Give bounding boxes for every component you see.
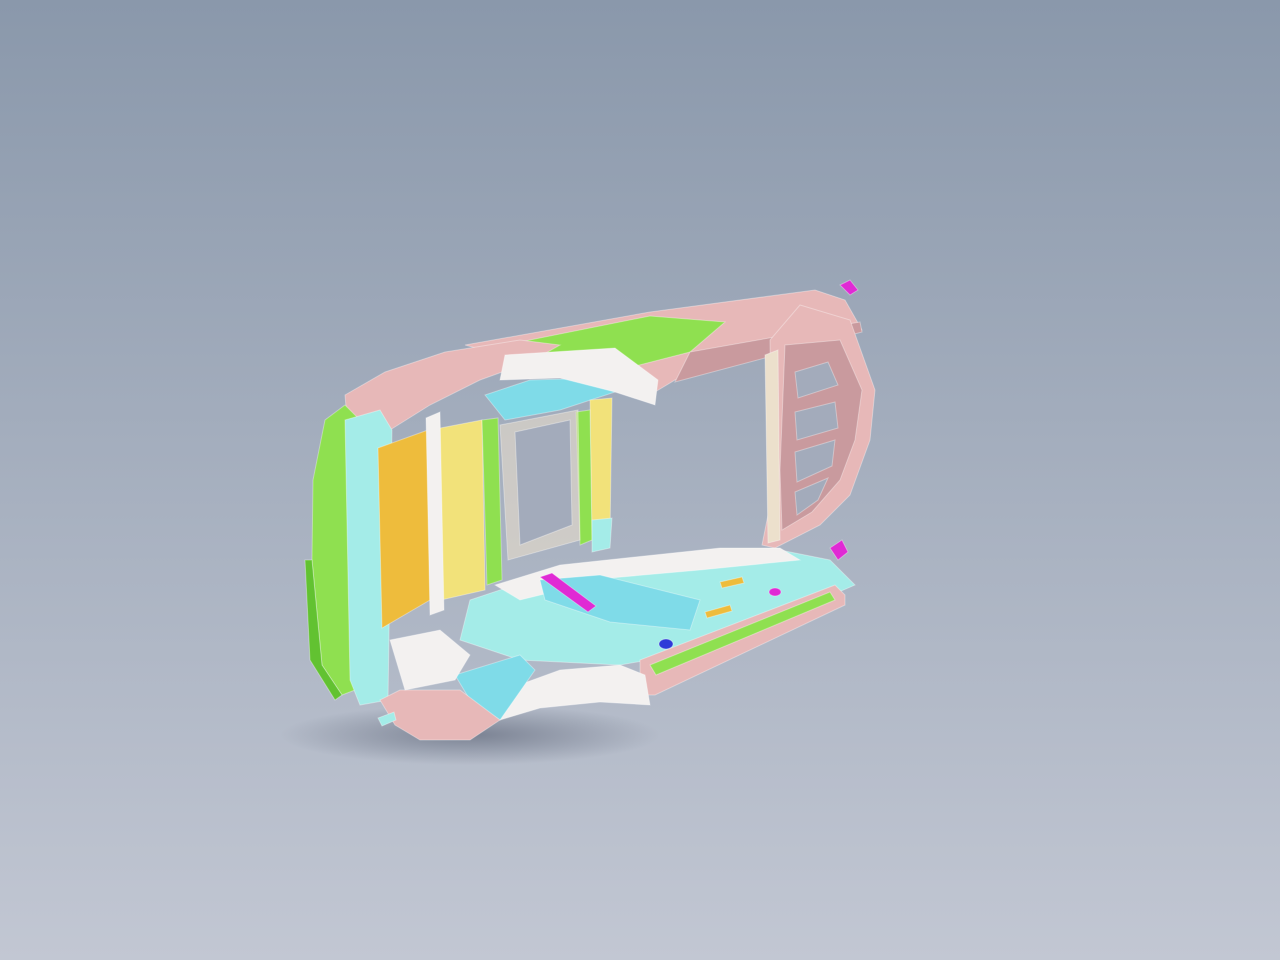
viewport-background xyxy=(0,0,1280,960)
car-body-model-view[interactable] xyxy=(0,0,1280,960)
dash-panel-orange[interactable] xyxy=(377,429,431,629)
rear-pillar-accent xyxy=(764,349,781,544)
door-opening xyxy=(514,419,573,546)
floor-blue-hole[interactable] xyxy=(658,638,674,650)
3d-viewport[interactable] xyxy=(0,0,1280,960)
b-pillar-cyan-foot[interactable] xyxy=(591,517,613,553)
floor-magenta-dot[interactable] xyxy=(768,587,782,597)
